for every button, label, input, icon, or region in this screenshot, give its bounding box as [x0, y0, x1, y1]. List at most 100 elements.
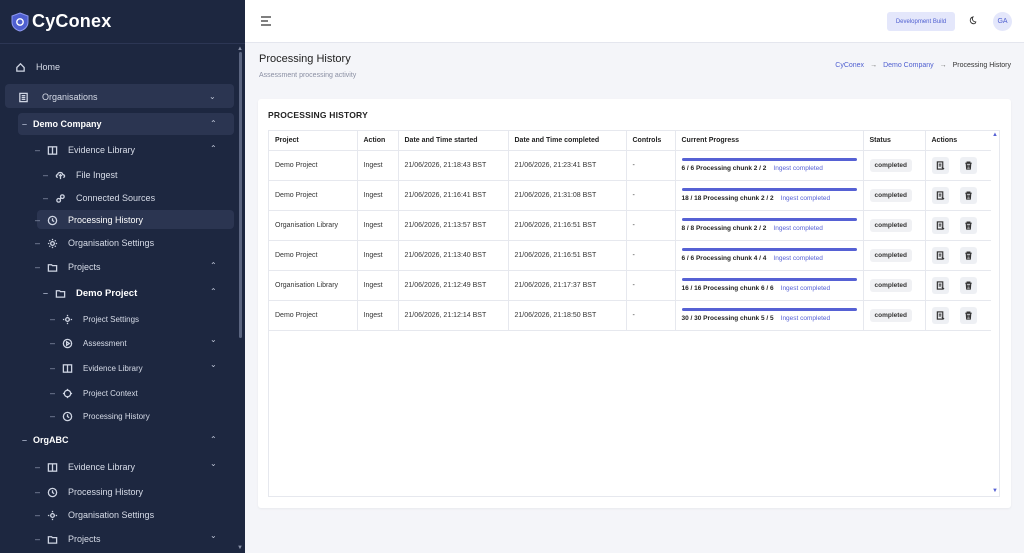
- sidebar-item-processing-history[interactable]: – Processing History: [35, 214, 143, 226]
- menu-icon[interactable]: [260, 15, 272, 27]
- gear-icon: [61, 313, 73, 325]
- breadcrumb-link[interactable]: Demo Company: [883, 62, 934, 69]
- sidebar-item-demo-project[interactable]: – Demo Project: [43, 287, 137, 299]
- table-row: Demo Project Ingest 21/06/2026, 21:18:43…: [269, 150, 991, 181]
- card-title: PROCESSING HISTORY: [268, 110, 368, 120]
- column-header[interactable]: Controls: [626, 131, 676, 151]
- logo[interactable]: CyConex: [0, 0, 245, 44]
- column-header[interactable]: Current Progress: [675, 131, 864, 151]
- progress-text: 30 / 30 Processing chunk 5 / 5: [681, 315, 774, 322]
- avatar[interactable]: GA: [993, 12, 1012, 31]
- view-log-button[interactable]: [931, 306, 949, 324]
- chevron-up-icon[interactable]: ⌃: [210, 435, 217, 444]
- cell-completed: 21/06/2026, 21:16:51 BST: [508, 210, 627, 241]
- tree-dash: –: [22, 119, 28, 129]
- chevron-up-icon[interactable]: ⌃: [210, 119, 217, 128]
- sidebar-item-demo-company[interactable]: – Demo Company: [22, 119, 102, 129]
- sidebar-item-label: Evidence Library: [68, 462, 136, 472]
- sidebar-item-assessment[interactable]: – Assessment: [50, 337, 127, 349]
- sidebar-item-organisation-settings[interactable]: – Organisation Settings: [35, 237, 154, 249]
- status-badge: completed: [869, 278, 913, 292]
- column-header[interactable]: Date and Time started: [398, 131, 509, 151]
- sidebar-item-project-processing-history[interactable]: – Processing History: [50, 410, 150, 422]
- view-log-button[interactable]: [931, 186, 949, 204]
- table-row: Demo Project Ingest 21/06/2026, 21:16:41…: [269, 180, 991, 211]
- table-row: Organisation Library Ingest 21/06/2026, …: [269, 210, 991, 241]
- chevron-down-icon[interactable]: ⌄: [210, 335, 217, 344]
- cell-project: Organisation Library: [269, 210, 358, 241]
- cell-action: Ingest: [357, 240, 399, 271]
- cell-project: Demo Project: [269, 150, 358, 181]
- progress-status: Ingest completed: [773, 165, 823, 172]
- cell-project: Organisation Library: [269, 270, 358, 301]
- delete-button[interactable]: [959, 156, 977, 174]
- breadcrumb: CyConex → Demo Company → Processing Hist…: [835, 62, 1011, 69]
- tree-dash: –: [35, 215, 41, 225]
- sidebar-item-label: Projects: [68, 534, 101, 544]
- delete-button[interactable]: [959, 216, 977, 234]
- delete-button[interactable]: [959, 276, 977, 294]
- sidebar-item-orgabc-processing-history[interactable]: – Processing History: [35, 486, 143, 498]
- chevron-down-icon[interactable]: ⌄: [210, 531, 217, 540]
- sidebar-item-home[interactable]: Home: [14, 61, 60, 73]
- view-log-button[interactable]: [931, 216, 949, 234]
- gear-icon: [46, 237, 58, 249]
- chevron-down-icon[interactable]: ⌄: [210, 459, 217, 468]
- column-header[interactable]: Date and Time completed: [508, 131, 627, 151]
- sidebar-scrollbar[interactable]: [239, 52, 242, 338]
- cloud-upload-icon: [54, 169, 66, 181]
- cell-started: 21/06/2026, 21:12:49 BST: [398, 270, 509, 301]
- scroll-down-arrow-icon[interactable]: ▼: [237, 545, 243, 551]
- view-log-button[interactable]: [931, 246, 949, 264]
- document-icon: [936, 310, 944, 320]
- sidebar-item-projects[interactable]: – Projects: [35, 261, 101, 273]
- cell-action: Ingest: [357, 270, 399, 301]
- delete-button[interactable]: [959, 246, 977, 264]
- status-badge: completed: [869, 248, 913, 262]
- scroll-down-arrow-icon[interactable]: ▼: [992, 488, 998, 494]
- column-header[interactable]: Status: [863, 131, 926, 151]
- scroll-up-arrow-icon[interactable]: ▲: [992, 132, 998, 138]
- tree-dash: –: [35, 510, 41, 520]
- moon-icon[interactable]: [968, 16, 978, 26]
- cell-started: 21/06/2026, 21:13:40 BST: [398, 240, 509, 271]
- chevron-down-icon[interactable]: ⌄: [210, 360, 217, 369]
- breadcrumb-link[interactable]: CyConex: [835, 62, 864, 69]
- sidebar-item-label: Home: [36, 62, 61, 72]
- column-header[interactable]: Action: [357, 131, 399, 151]
- sidebar-item-project-settings[interactable]: – Project Settings: [50, 313, 139, 325]
- sidebar-item-label: File Ingest: [76, 170, 118, 180]
- sidebar-item-evidence-library[interactable]: – Evidence Library: [35, 144, 135, 156]
- table-container[interactable]: Project Action Date and Time started Dat…: [268, 130, 1000, 497]
- delete-button[interactable]: [959, 306, 977, 324]
- home-icon: [14, 61, 26, 73]
- sidebar-item-project-context[interactable]: – Project Context: [50, 387, 138, 399]
- chevron-up-icon[interactable]: ⌃: [210, 144, 217, 153]
- chevron-up-icon[interactable]: ⌃: [210, 287, 217, 296]
- sidebar-item-file-ingest[interactable]: – File Ingest: [43, 169, 118, 181]
- view-log-button[interactable]: [931, 276, 949, 294]
- sidebar-item-connected-sources[interactable]: – Connected Sources: [43, 192, 155, 204]
- history-icon: [61, 410, 73, 422]
- sidebar-item-orgabc-evidence-library[interactable]: – Evidence Library: [35, 461, 135, 473]
- sidebar-item-label: Organisation Settings: [68, 510, 155, 520]
- sidebar-item-orgabc[interactable]: – OrgABC: [22, 435, 69, 445]
- table-row: Demo Project Ingest 21/06/2026, 21:13:40…: [269, 240, 991, 271]
- sidebar-item-organisations[interactable]: Organisations: [17, 91, 98, 103]
- cell-started: 21/06/2026, 21:18:43 BST: [398, 150, 509, 181]
- tree-dash: –: [43, 170, 49, 180]
- chevron-down-icon[interactable]: ⌄: [209, 92, 216, 101]
- column-header[interactable]: Project: [269, 131, 358, 151]
- sidebar-item-orgabc-projects[interactable]: – Projects: [35, 533, 101, 545]
- development-build-button[interactable]: Development Build: [887, 12, 955, 31]
- sidebar-item-orgabc-organisation-settings[interactable]: – Organisation Settings: [35, 509, 154, 521]
- delete-button[interactable]: [959, 186, 977, 204]
- view-log-button[interactable]: [931, 156, 949, 174]
- sidebar-item-label: Organisation Settings: [68, 238, 155, 248]
- cell-controls: -: [626, 300, 676, 331]
- chevron-up-icon[interactable]: ⌃: [210, 261, 217, 270]
- sidebar-item-label: Connected Sources: [76, 193, 156, 203]
- trash-icon: [964, 280, 972, 290]
- sidebar-item-project-evidence-library[interactable]: – Evidence Library: [50, 362, 143, 374]
- column-header[interactable]: Actions: [925, 131, 991, 151]
